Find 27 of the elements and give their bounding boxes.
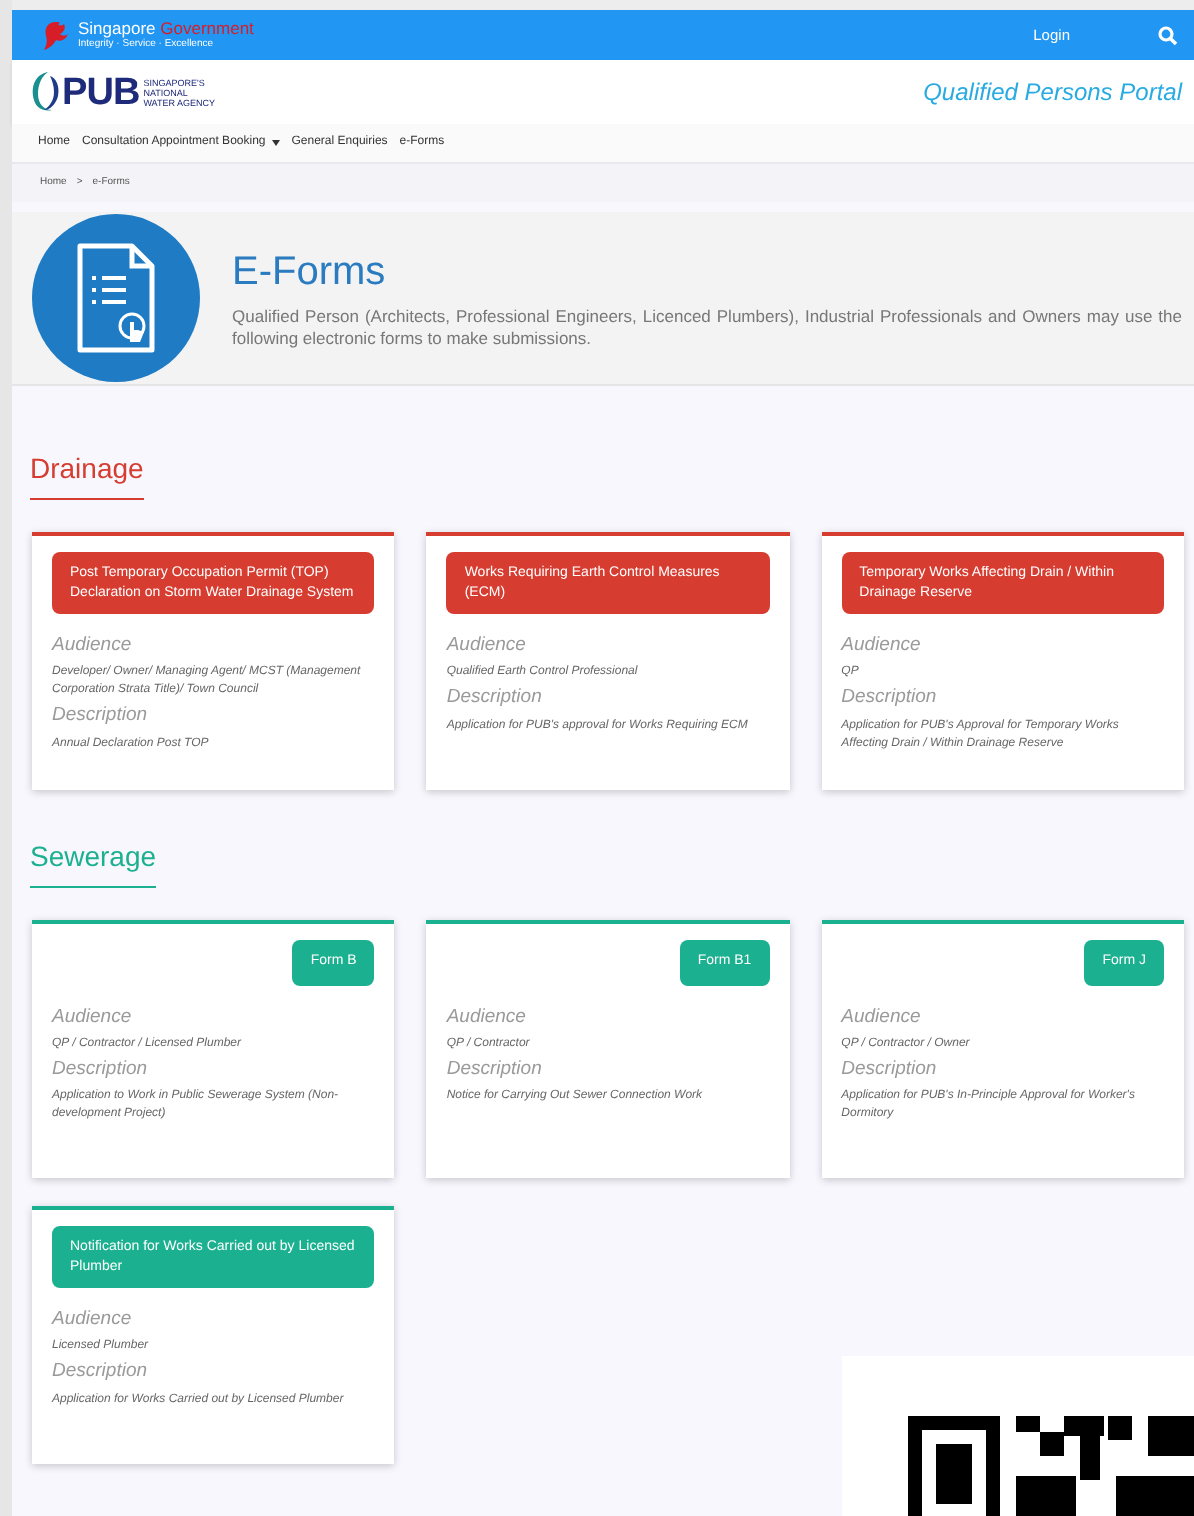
page-description: Qualified Person (Architects, Professional Engineers, Licenced Plumbers), Industrial Professionals and Owners may use the following electronic forms to make submissions. [232,305,1182,349]
portal-title: Qualified Persons Portal [923,76,1182,110]
page-title: E-Forms [232,247,388,297]
search-icon[interactable] [1158,25,1178,45]
caret-icon [271,140,280,146]
form-card[interactable] [32,532,395,790]
government-name-accent: Government [160,18,254,39]
section-heading: Drainage [30,448,144,500]
water-swirl-logo-icon [30,70,62,114]
logo-wordmark: PUB [62,73,140,111]
description-label: Description [52,1055,150,1084]
description-label: Description [446,684,544,713]
audience-label: Audience [446,632,528,660]
audience-label: Audience [52,632,134,660]
audience-label: Audience [841,632,923,660]
description-label: Description [52,1358,150,1387]
audience-label: Audience [52,1306,134,1334]
description-label: Description [446,1055,544,1084]
government-name: Singapore [78,18,156,39]
audience-label: Audience [841,1003,923,1031]
description-label: Description [841,684,939,713]
audience-label: Audience [52,1003,134,1031]
audience-label: Audience [446,1003,528,1031]
description-label: Description [52,702,150,731]
lion-logo-icon [42,19,70,51]
description-label: Description [841,1055,939,1084]
section-heading: Sewerage [30,836,157,888]
